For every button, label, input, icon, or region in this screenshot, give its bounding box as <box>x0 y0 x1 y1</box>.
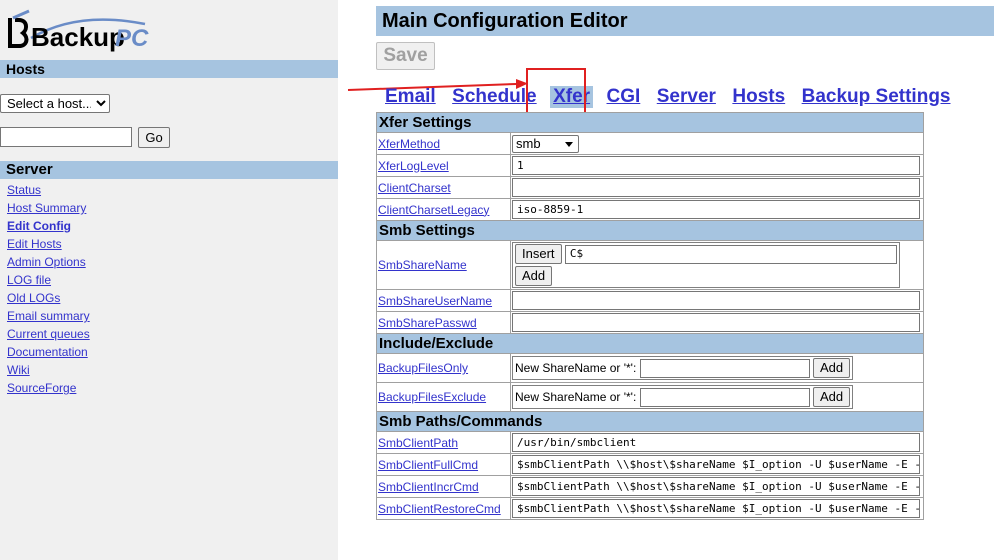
nav-link-sourceforge[interactable]: SourceForge <box>7 379 90 397</box>
smb-client-restore-cmd-input[interactable]: $smbClientPath \\$host\$shareName $I_opt… <box>512 499 920 518</box>
go-button[interactable]: Go <box>138 127 170 148</box>
add-share-button[interactable]: Add <box>515 266 553 286</box>
smb-share-name-input[interactable]: C$ <box>564 244 897 264</box>
left-navigation: Backup PC Hosts Select a host... Go Serv… <box>0 0 338 560</box>
smb-client-restore-cmd-link[interactable]: SmbClientRestoreCmd <box>378 502 501 516</box>
tab-email[interactable]: Email <box>382 86 439 108</box>
smb-share-passwd-link[interactable]: SmbSharePasswd <box>378 316 477 330</box>
smb-share-username-input[interactable] <box>512 291 920 310</box>
host-search-input[interactable] <box>0 127 132 147</box>
server-heading: Server <box>0 161 338 179</box>
share-name-list: Insert C$ Add <box>512 242 900 288</box>
page-title: Main Configuration Editor <box>376 6 994 36</box>
backup-files-exclude-link[interactable]: BackupFilesExclude <box>378 390 486 404</box>
xfer-loglevel-input[interactable]: 1 <box>512 156 920 175</box>
backup-files-exclude-input[interactable] <box>639 387 810 407</box>
tab-backup-settings[interactable]: Backup Settings <box>799 86 954 108</box>
nav-link-old-logs[interactable]: Old LOGs <box>7 289 90 307</box>
client-charset-input[interactable] <box>512 178 920 197</box>
tab-hosts[interactable]: Hosts <box>729 86 788 108</box>
smb-client-full-cmd-link[interactable]: SmbClientFullCmd <box>378 458 478 472</box>
backup-files-only-link[interactable]: BackupFilesOnly <box>378 361 468 375</box>
section-smb-settings: Smb Settings <box>376 220 924 241</box>
xfer-loglevel-link[interactable]: XferLogLevel <box>378 159 449 173</box>
smb-share-name-link[interactable]: SmbShareName <box>378 258 467 272</box>
smb-client-path-input[interactable]: /usr/bin/smbclient <box>512 433 920 452</box>
hosts-heading: Hosts <box>0 60 338 78</box>
backup-files-only-input[interactable] <box>639 358 810 378</box>
section-include-exclude: Include/Exclude <box>376 333 924 354</box>
new-sharename-label: New ShareName or '*': <box>515 390 637 404</box>
nav-link-status[interactable]: Status <box>7 181 90 199</box>
smb-share-username-link[interactable]: SmbShareUserName <box>378 294 492 308</box>
backup-files-exclude-add-button[interactable]: Add <box>812 387 851 407</box>
annotation-highlight-box <box>526 68 586 116</box>
nav-link-email-summary[interactable]: Email summary <box>7 307 90 325</box>
xfer-method-link[interactable]: XferMethod <box>378 137 440 151</box>
nav-link-host-summary[interactable]: Host Summary <box>7 199 90 217</box>
nav-link-edit-hosts[interactable]: Edit Hosts <box>7 235 90 253</box>
nav-link-current-queues[interactable]: Current queues <box>7 325 90 343</box>
server-links: Status Host Summary Edit Config Edit Hos… <box>7 181 90 397</box>
client-charset-link[interactable]: ClientCharset <box>378 181 451 195</box>
new-sharename-label: New ShareName or '*': <box>515 361 637 375</box>
nav-link-edit-config[interactable]: Edit Config <box>7 217 90 235</box>
backuppc-logo[interactable]: Backup PC <box>5 8 155 52</box>
svg-text:PC: PC <box>115 25 149 52</box>
smb-client-path-link[interactable]: SmbClientPath <box>378 436 458 450</box>
nav-link-wiki[interactable]: Wiki <box>7 361 90 379</box>
insert-button[interactable]: Insert <box>515 244 562 264</box>
section-smb-paths: Smb Paths/Commands <box>376 411 924 432</box>
tab-cgi[interactable]: CGI <box>604 86 644 108</box>
nav-link-admin-options[interactable]: Admin Options <box>7 253 90 271</box>
smb-client-incr-cmd-link[interactable]: SmbClientIncrCmd <box>378 480 479 494</box>
save-button[interactable]: Save <box>376 42 435 70</box>
backup-files-only-add-button[interactable]: Add <box>812 358 851 378</box>
host-select[interactable]: Select a host... <box>0 94 110 113</box>
section-xfer-settings: Xfer Settings <box>376 112 924 133</box>
smb-client-full-cmd-input[interactable]: $smbClientPath \\$host\$shareName $I_opt… <box>512 455 920 474</box>
nav-link-log-file[interactable]: LOG file <box>7 271 90 289</box>
config-table: Xfer Settings XferMethod smb XferLogLeve… <box>376 112 924 520</box>
config-tabs: Email Schedule Xfer CGI Server Hosts Bac… <box>382 86 960 112</box>
svg-text:Backup: Backup <box>31 22 125 52</box>
nav-link-documentation[interactable]: Documentation <box>7 343 90 361</box>
smb-client-incr-cmd-input[interactable]: $smbClientPath \\$host\$shareName $I_opt… <box>512 477 920 496</box>
client-charset-legacy-link[interactable]: ClientCharsetLegacy <box>378 203 489 217</box>
xfer-method-select[interactable]: smb <box>512 134 579 153</box>
client-charset-legacy-input[interactable]: iso-8859-1 <box>512 200 920 219</box>
smb-share-passwd-input[interactable] <box>512 313 920 332</box>
tab-server[interactable]: Server <box>654 86 719 108</box>
